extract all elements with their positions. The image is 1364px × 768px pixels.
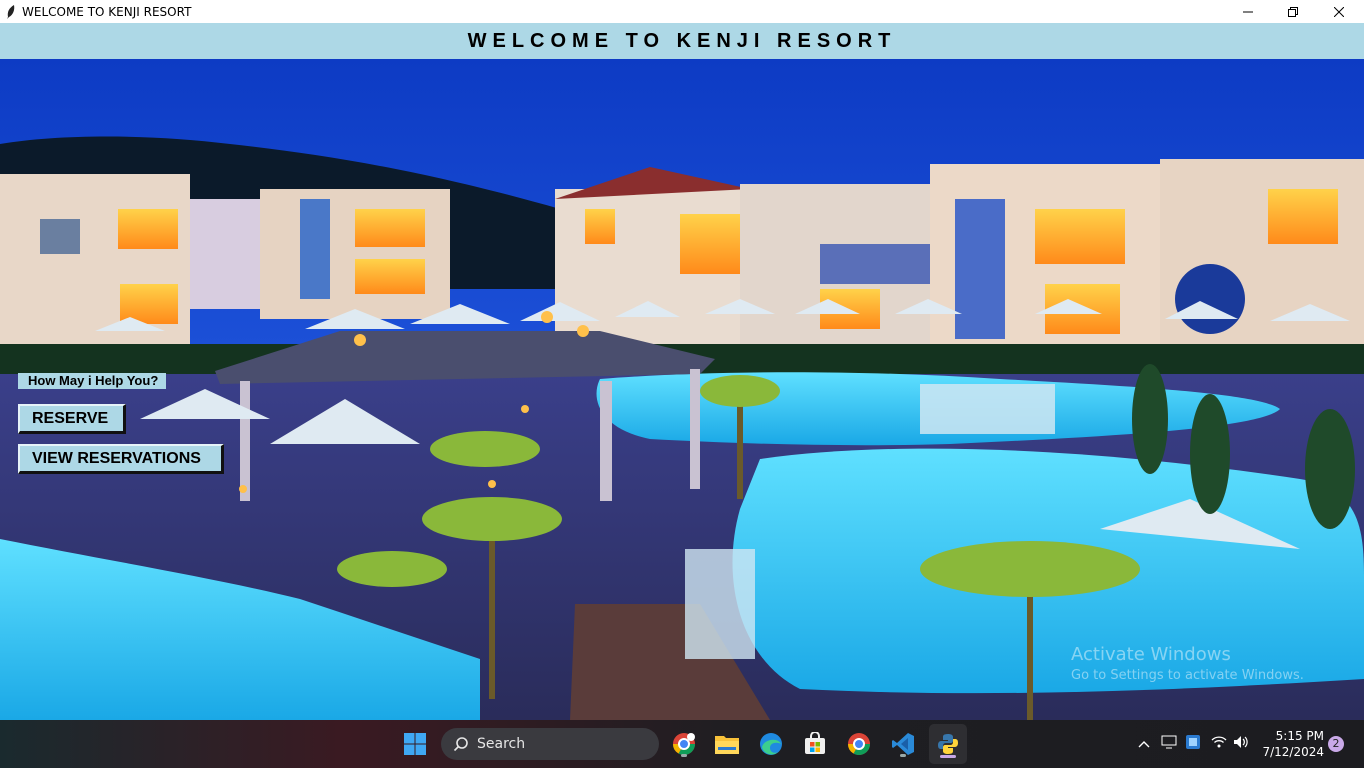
running-indicator: [681, 754, 687, 757]
system-tray: [1137, 720, 1201, 768]
python-app[interactable]: [932, 728, 964, 760]
notification-badge[interactable]: 2: [1328, 736, 1344, 752]
edge-app[interactable]: [755, 728, 787, 760]
chrome-icon: [848, 733, 870, 755]
feather-icon: [4, 4, 18, 19]
close-icon: [1334, 6, 1344, 17]
network-app-icon[interactable]: [1185, 734, 1201, 755]
window-title: WELCOME TO KENJI RESORT: [22, 4, 192, 19]
windows-start-icon: [404, 733, 426, 755]
search-icon: [453, 737, 468, 752]
edge-icon: [760, 733, 782, 755]
chevron-up-icon[interactable]: [1137, 740, 1151, 748]
help-prompt-label: How May i Help You?: [18, 373, 167, 389]
maximize-button[interactable]: [1270, 0, 1316, 23]
minimize-icon: [1243, 11, 1253, 12]
resort-background-image: [0, 59, 1364, 720]
welcome-heading: WELCOME TO KENJI RESORT: [467, 29, 897, 52]
python-icon: [938, 734, 958, 754]
reserve-button[interactable]: RESERVE: [18, 404, 126, 434]
watermark-subtitle: Go to Settings to activate Windows.: [1071, 668, 1304, 683]
volume-icon: [1233, 735, 1249, 754]
taskbar-clock[interactable]: 5:15 PM 7/12/2024: [1262, 728, 1324, 760]
minimize-button[interactable]: [1225, 0, 1271, 23]
clock-date: 7/12/2024: [1262, 745, 1324, 759]
wifi-icon: [1211, 735, 1227, 753]
tray-status-icons[interactable]: [1211, 720, 1249, 768]
store-icon: [805, 732, 825, 754]
file-explorer-app[interactable]: [711, 728, 743, 760]
view-reservations-button[interactable]: VIEW RESERVATIONS: [18, 444, 224, 474]
vscode-app[interactable]: [887, 728, 919, 760]
welcome-banner: WELCOME TO KENJI RESORT: [0, 23, 1364, 59]
window-title-bar: WELCOME TO KENJI RESORT: [0, 0, 1364, 23]
chrome-profile-app[interactable]: [668, 728, 700, 760]
activate-windows-watermark: Activate Windows Go to Settings to activ…: [1071, 644, 1304, 683]
file-explorer-icon: [715, 736, 739, 754]
close-button[interactable]: [1316, 0, 1362, 23]
running-indicator: [900, 754, 906, 757]
restore-icon: [1288, 6, 1298, 17]
start-button[interactable]: [399, 728, 431, 760]
clock-time: 5:15 PM: [1275, 729, 1324, 743]
watermark-title: Activate Windows: [1071, 644, 1231, 665]
store-app[interactable]: [799, 728, 831, 760]
search-label: Search: [477, 736, 526, 752]
chrome-app[interactable]: [843, 728, 875, 760]
vscode-icon: [892, 733, 914, 755]
display-icon[interactable]: [1161, 735, 1177, 754]
taskbar-search-box[interactable]: Search: [441, 728, 659, 760]
taskbar: Search 5:15 PM 7/12/2024 2: [0, 720, 1364, 768]
active-indicator: [940, 755, 956, 758]
